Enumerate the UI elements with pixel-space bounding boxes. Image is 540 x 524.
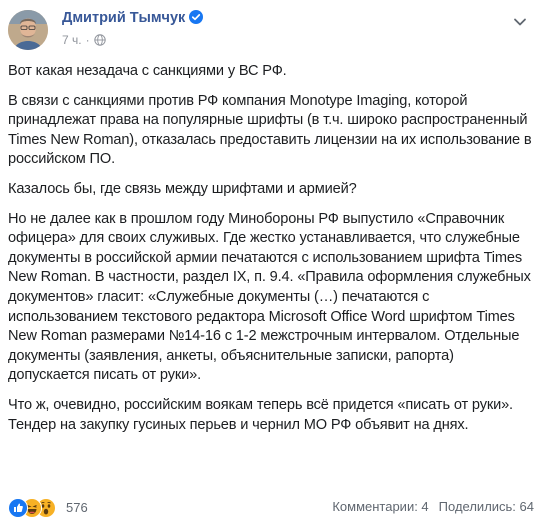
chevron-down-icon[interactable] <box>510 12 530 32</box>
post-footer: 576 Комментарии: 4 Поделились: 64 <box>8 497 534 519</box>
like-icon <box>8 498 28 518</box>
reaction-count[interactable]: 576 <box>66 500 88 515</box>
shares-count-link[interactable]: Поделились: 64 <box>439 499 534 514</box>
post-stats: Комментарии: 4 Поделились: 64 <box>332 499 534 514</box>
post-timestamp[interactable]: 7 ч. <box>62 33 82 47</box>
post-paragraph: Что ж, очевидно, российским воякам тепер… <box>8 396 513 433</box>
post-body: Вот какая незадача с санкциями у ВС РФ. … <box>8 62 536 445</box>
verified-badge-icon <box>189 10 204 28</box>
post-header: Дмитрий Тымчук 7 ч. · <box>6 6 534 58</box>
facebook-post: Дмитрий Тымчук 7 ч. · Вот какая незадача … <box>0 0 540 524</box>
globe-icon <box>93 34 106 49</box>
meta-separator: · <box>85 33 90 47</box>
post-paragraph: В связи с санкциями против РФ компания M… <box>8 92 532 168</box>
post-paragraph: Вот какая незадача с санкциями у ВС РФ. <box>8 63 287 79</box>
post-meta: 7 ч. · <box>62 33 106 49</box>
avatar[interactable] <box>8 10 48 50</box>
author-name[interactable]: Дмитрий Тымчук <box>62 10 204 28</box>
post-paragraph: Но не далее как в прошлом году Миноборон… <box>8 210 531 384</box>
author-name-text[interactable]: Дмитрий Тымчук <box>62 10 185 26</box>
comments-count-link[interactable]: Комментарии: 4 <box>332 499 428 514</box>
post-paragraph: Казалось бы, где связь между шрифтами и … <box>8 180 357 197</box>
avatar-image <box>8 10 48 50</box>
